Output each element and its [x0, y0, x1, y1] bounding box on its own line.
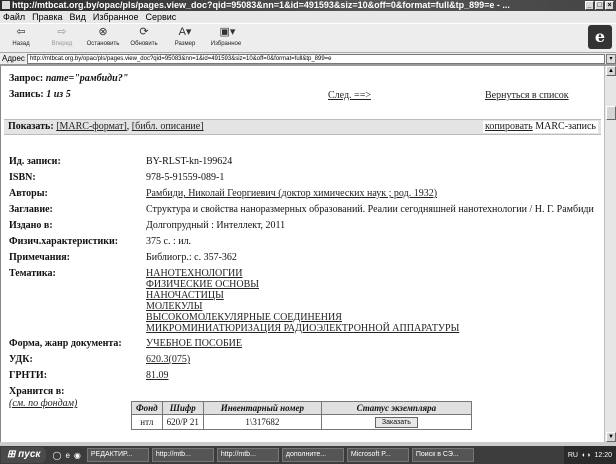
holdings-header-row: Фонд Шифр Инвентарный номер Статус экзем… [131, 401, 472, 415]
ie-page-icon [2, 1, 10, 9]
size-button[interactable]: A▾ Размер [168, 24, 202, 47]
marc-format-link[interactable]: [MARC-формат] [56, 121, 127, 132]
back-arrow-icon: ⇦ [16, 26, 26, 38]
copy-marc-area: копировать MARC-запись [482, 121, 598, 133]
window-title-bar[interactable]: http://mtbcat.org.by/opac/pls/pages.view… [0, 0, 616, 11]
menu-view[interactable]: Вид [70, 11, 86, 23]
field-notes: Примечания: Библиогр.: с. 357-362 [9, 252, 237, 263]
maximize-icon[interactable]: □ [595, 1, 604, 10]
genre-link[interactable]: УЧЕБНОЕ ПОСОБИЕ [146, 338, 242, 349]
taskbar: ⊞ пуск ◯ e ◉ РЕДАКТИР... http://mtb... h… [0, 446, 616, 464]
menu-tools[interactable]: Сервис [145, 11, 176, 23]
forward-button[interactable]: ⇨ Вперед [45, 24, 79, 47]
taskbar-item[interactable]: http://mtb... [151, 448, 214, 462]
language-indicator[interactable]: RU [568, 452, 578, 459]
toolbar: ⇦ Назад ⇨ Вперед ⊗ Остановить ⟳ Обновить… [0, 23, 616, 53]
taskbar-item[interactable]: http://mtb... [216, 448, 279, 462]
col-status: Статус экземпляра [320, 401, 472, 415]
subject-link[interactable]: ВЫСОКОМОЛЕКУЛЯРНЫЕ СОЕДИНЕНИЯ [146, 312, 342, 323]
menu-file[interactable]: Файл [3, 11, 25, 23]
clock: 12:20 [594, 451, 612, 459]
menu-bar: Файл Правка Вид Избранное Сервис [0, 11, 616, 23]
record-value: 1 из 5 [46, 89, 71, 100]
tray-icon[interactable]: ◐◑ [582, 452, 590, 459]
holdings-table: Фонд Шифр Инвентарный номер Статус экзем… [131, 401, 472, 430]
system-tray: RU ◐◑ 12:20 [563, 446, 616, 464]
menu-edit[interactable]: Правка [32, 11, 62, 23]
table-row: нтл 620/Р 21 1\317682 Заказать [131, 414, 472, 430]
subject-link[interactable]: НАНОЧАСТИЦЫ [146, 290, 224, 301]
next-record-link[interactable]: След. ==> [328, 90, 371, 101]
field-authors: Авторы: Рамбиди, Николай Георгиевич (докт… [9, 188, 438, 199]
ie-logo-icon: e [588, 25, 612, 49]
subject-link[interactable]: МИКРОМИНИАТЮРИЗАЦИЯ РАДИОЭЛЕКТРОННОЙ АПП… [146, 323, 459, 334]
query-line: Запрос: name="рамбиди?" [9, 73, 128, 84]
scroll-down-icon[interactable]: ▼ [606, 432, 616, 442]
subjects-list: НАНОТЕХНОЛОГИИ ФИЗИЧЕСКИЕ ОСНОВЫ НАНОЧАС… [146, 268, 599, 334]
grnti-link[interactable]: 81.09 [146, 370, 169, 381]
col-inventory: Инвентарный номер [202, 401, 322, 415]
record-label: Запись: [9, 89, 44, 100]
subject-link[interactable]: ФИЗИЧЕСКИЕ ОСНОВЫ [146, 279, 259, 290]
refresh-icon: ⟳ [139, 26, 149, 38]
back-button[interactable]: ⇦ Назад [4, 24, 38, 47]
scroll-up-icon[interactable]: ▲ [606, 66, 616, 76]
scroll-thumb[interactable] [606, 106, 616, 120]
field-physical: Физич.характеристики: 375 с. : ил. [9, 236, 192, 247]
quick-launch: ◯ e ◉ [46, 451, 86, 460]
field-published: Издано в: Долгопрудный : Интеллект, 2011 [9, 220, 286, 231]
address-label: Адрес [2, 54, 25, 63]
address-bar: Адрес http://mtbcat.org.by/opac/pls/page… [0, 53, 616, 65]
refresh-button[interactable]: ⟳ Обновить [127, 24, 161, 47]
record-details: Ид. записи: BY-RLST-kn-199624 ISBN: 978-5-… [9, 156, 599, 414]
order-button[interactable]: Заказать [374, 417, 418, 428]
window-controls: _ □ × [585, 1, 614, 10]
show-format-bar: Показать: [MARC-формат], [библ. описание… [4, 119, 601, 135]
subject-link[interactable]: МОЛЕКУЛЫ [146, 301, 202, 312]
field-title: Заглавие: Структура и свойства наноразмер… [9, 204, 594, 215]
field-grnti: ГРНТИ: 81.09 [9, 370, 169, 381]
taskbar-item[interactable]: дополните... [281, 448, 344, 462]
record-line: Запись: 1 из 5 [9, 89, 71, 100]
quick-launch-icon[interactable]: e [65, 451, 69, 460]
quick-launch-icon[interactable]: ◯ [52, 451, 61, 460]
back-to-list-link[interactable]: Вернуться в список [485, 90, 569, 101]
show-label: Показать: [8, 121, 54, 132]
favorites-button[interactable]: ▣▾ Избранное [209, 24, 243, 47]
col-shelfmark: Шифр [161, 401, 204, 415]
windows-flag-icon: ⊞ [7, 449, 19, 460]
bibl-description-link[interactable]: [библ. описание] [132, 121, 204, 132]
address-input[interactable]: http://mtbcat.org.by/opac/pls/pages.view… [26, 53, 605, 64]
query-label: Запрос: [9, 73, 44, 84]
minimize-icon[interactable]: _ [585, 1, 594, 10]
udc-link[interactable]: 620.3(075) [146, 354, 190, 365]
subject-link[interactable]: НАНОТЕХНОЛОГИИ [146, 268, 243, 279]
page-content: Запрос: name="рамбиди?" Запись: 1 из 5 С… [0, 66, 604, 442]
field-subjects: Тематика: НАНОТЕХНОЛОГИИ ФИЗИЧЕСКИЕ ОСНО… [9, 268, 599, 334]
close-icon[interactable]: × [605, 1, 614, 10]
field-isbn: ISBN: 978-5-91559-089-1 [9, 172, 225, 183]
quick-launch-icon[interactable]: ◉ [74, 451, 81, 460]
taskbar-item[interactable]: Microsoft P... [346, 448, 409, 462]
vertical-scrollbar[interactable]: ▲ ▼ [604, 66, 616, 442]
col-fund: Фонд [131, 401, 163, 415]
stop-button[interactable]: ⊗ Остановить [86, 24, 120, 47]
taskbar-item[interactable]: Поиск в СЭ... [411, 448, 474, 462]
favorites-icon: ▣▾ [219, 26, 236, 38]
query-value: name="рамбиди?" [45, 73, 129, 84]
field-genre: Форма, жанр документа: УЧЕБНОЕ ПОСОБИЕ [9, 338, 243, 349]
window-title: http://mtbcat.org.by/opac/pls/pages.view… [12, 0, 510, 10]
address-dropdown-icon[interactable]: ▾ [606, 53, 616, 64]
copy-link[interactable]: копировать [485, 121, 533, 132]
field-udc: УДК: 620.3(075) [9, 354, 191, 365]
taskbar-item[interactable]: РЕДАКТИР... [86, 448, 149, 462]
forward-arrow-icon: ⇨ [57, 26, 67, 38]
menu-favorites[interactable]: Избранное [93, 11, 139, 23]
start-button[interactable]: ⊞ пуск [1, 447, 47, 463]
stop-icon: ⊗ [98, 26, 108, 38]
author-link[interactable]: Рамбиди, Николай Георгиевич (доктор хими… [146, 188, 437, 199]
text-size-icon: A▾ [178, 26, 192, 38]
field-id: Ид. записи: BY-RLST-kn-199624 [9, 156, 233, 167]
